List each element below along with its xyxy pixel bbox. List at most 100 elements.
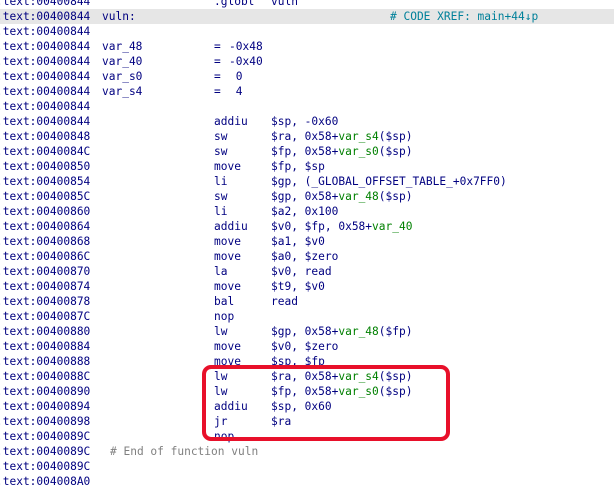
instruction-mnemonic[interactable]: lw (214, 384, 227, 399)
instruction-mnemonic[interactable]: lw (214, 324, 227, 339)
variable-ref[interactable]: var_s0 (338, 385, 378, 398)
code-line[interactable]: .text:00400844 var_40 = -0x40 (0, 54, 614, 69)
variable-ref[interactable]: var_s4 (338, 370, 378, 383)
instruction-operands[interactable]: $gp, 0x58+var_48($fp) (271, 324, 412, 339)
code-line[interactable]: .text:00400870 la $v0, read (0, 264, 614, 279)
line-address[interactable]: .text:00400854 (0, 174, 90, 189)
line-address[interactable]: .text:0040089C (0, 429, 90, 444)
instruction-operands[interactable]: $sp, 0x60 (271, 399, 332, 414)
code-line[interactable]: .text:004008A0 (0, 474, 614, 489)
instruction-mnemonic[interactable]: move (214, 249, 241, 264)
code-line[interactable]: .text:00400884 move $v0, $zero (0, 339, 614, 354)
line-address[interactable]: .text:00400884 (0, 339, 90, 354)
stack-var-name[interactable]: var_s0 (102, 69, 142, 84)
code-line[interactable]: .text:00400844 var_s0 = 0 (0, 69, 614, 84)
line-address[interactable]: .text:00400864 (0, 219, 90, 234)
instruction-operands[interactable]: $a1, $v0 (271, 234, 325, 249)
instruction-operands[interactable]: $a0, $zero (271, 249, 338, 264)
line-address[interactable]: .text:00400870 (0, 264, 90, 279)
instruction-mnemonic[interactable]: nop (214, 429, 234, 444)
line-address[interactable]: .text:00400844 (0, 54, 90, 69)
instruction-operands[interactable]: $fp, 0x58+var_s0($sp) (271, 144, 412, 159)
line-address[interactable]: .text:0040086C (0, 249, 90, 264)
function-label[interactable]: vuln: (102, 9, 136, 24)
line-address[interactable]: .text:00400898 (0, 414, 90, 429)
code-line[interactable]: .text:00400894 addiu $sp, 0x60 (0, 399, 614, 414)
code-line[interactable]: .text:00400844 var_48 = -0x48 (0, 39, 614, 54)
code-line[interactable]: .text:00400854 li $gp, (_GLOBAL_OFFSET_TAB… (0, 174, 614, 189)
line-address[interactable]: .text:00400848 (0, 129, 90, 144)
line-address[interactable]: .text:0040087C (0, 309, 90, 324)
line-address[interactable]: .text:00400844 (0, 114, 90, 129)
instruction-mnemonic[interactable]: move (214, 279, 241, 294)
instruction-mnemonic[interactable]: bal (214, 294, 234, 309)
code-line[interactable]: .text:0040087C nop (0, 309, 614, 324)
instruction-mnemonic[interactable]: la (214, 264, 227, 279)
instruction-mnemonic[interactable]: sw (214, 189, 227, 204)
instruction-operands[interactable]: $v0, read (271, 264, 332, 279)
instruction-mnemonic[interactable]: addiu (214, 399, 248, 414)
instruction-operands[interactable]: $v0, $fp, 0x58+var_40 (271, 219, 412, 234)
instruction-operands[interactable]: $ra, 0x58+var_s4($sp) (271, 369, 412, 384)
instruction-operands[interactable]: $t9, $v0 (271, 279, 325, 294)
line-address[interactable]: .text:0040085C (0, 189, 90, 204)
stack-var-name[interactable]: var_48 (102, 39, 142, 54)
line-address[interactable]: .text:0040089C (0, 444, 90, 459)
line-address[interactable]: .text:0040088C (0, 369, 90, 384)
code-line[interactable]: .text:00400860 li $a2, 0x100 (0, 204, 614, 219)
line-address[interactable]: .text:00400844 (0, 39, 90, 54)
instruction-mnemonic[interactable]: li (214, 204, 227, 219)
instruction-operands[interactable]: read (271, 294, 298, 309)
instruction-operands[interactable]: $ra (271, 414, 291, 429)
instruction-mnemonic[interactable]: jr (214, 414, 227, 429)
instruction-mnemonic[interactable]: move (214, 234, 241, 249)
line-address[interactable]: .text:00400844 (0, 99, 90, 114)
line-address[interactable]: .text:00400844 (0, 24, 90, 39)
variable-ref[interactable]: var_s4 (338, 130, 378, 143)
code-line[interactable]: .text:00400864 addiu $v0, $fp, 0x58+var_40 (0, 219, 614, 234)
instruction-mnemonic[interactable]: move (214, 159, 241, 174)
instruction-mnemonic[interactable]: li (214, 174, 227, 189)
instruction-operands[interactable]: $ra, 0x58+var_s4($sp) (271, 129, 412, 144)
code-line[interactable]: .text:00400844 addiu $sp, -0x60 (0, 114, 614, 129)
line-address[interactable]: .text:00400844 (0, 9, 90, 24)
instruction-mnemonic[interactable]: nop (214, 309, 234, 324)
line-address[interactable]: .text:0040084C (0, 144, 90, 159)
instruction-mnemonic[interactable]: addiu (214, 114, 248, 129)
code-line[interactable]: .text:00400880 lw $gp, 0x58+var_48($fp) (0, 324, 614, 339)
code-line[interactable]: .text:0040088C lw $ra, 0x58+var_s4($sp) (0, 369, 614, 384)
line-address[interactable]: .text:00400868 (0, 234, 90, 249)
instruction-operands[interactable]: $gp, 0x58+var_48($sp) (271, 189, 412, 204)
code-xref-comment[interactable]: # CODE XREF: main+44↓p (390, 9, 538, 24)
line-address[interactable]: .text:00400874 (0, 279, 90, 294)
instruction-mnemonic[interactable]: sw (214, 129, 227, 144)
code-line[interactable]: .text:00400898 jr $ra (0, 414, 614, 429)
code-line[interactable]: .text:00400874 move $t9, $v0 (0, 279, 614, 294)
instruction-mnemonic[interactable]: lw (214, 369, 227, 384)
code-line[interactable]: .text:00400844 (0, 99, 614, 114)
instruction-operands[interactable]: $fp, $sp (271, 159, 325, 174)
line-address[interactable]: .text:004008A0 (0, 474, 90, 489)
line-address[interactable]: .text:00400880 (0, 324, 90, 339)
code-line[interactable]: .text:00400844 vuln: # CODE XREF: main+44↓… (0, 9, 614, 24)
code-line[interactable]: .text:00400850 move $fp, $sp (0, 159, 614, 174)
line-address[interactable]: .text:00400844 (0, 69, 90, 84)
code-line[interactable]: .text:00400844 (0, 24, 614, 39)
line-address[interactable]: .text:0040089C (0, 459, 90, 474)
line-address[interactable]: .text:00400860 (0, 204, 90, 219)
code-line[interactable]: .text:00400890 lw $fp, 0x58+var_s0($sp) (0, 384, 614, 399)
code-line[interactable]: .text:0040086C move $a0, $zero (0, 249, 614, 264)
code-line[interactable]: .text:0040084C sw $fp, 0x58+var_s0($sp) (0, 144, 614, 159)
line-address[interactable]: .text:00400850 (0, 159, 90, 174)
variable-ref[interactable]: var_48 (338, 190, 378, 203)
instruction-operands[interactable]: $sp, $fp (271, 354, 325, 369)
instruction-mnemonic[interactable]: move (214, 354, 241, 369)
variable-ref[interactable]: var_48 (338, 325, 378, 338)
code-line[interactable]: .text:00400888 move $sp, $fp (0, 354, 614, 369)
code-line[interactable]: .text:00400868 move $a1, $v0 (0, 234, 614, 249)
line-address[interactable]: .text:00400844 (0, 0, 90, 9)
code-line[interactable]: .text:0040089C # End of function vuln (0, 444, 614, 459)
variable-ref[interactable]: var_s0 (338, 145, 378, 158)
stack-var-name[interactable]: var_s4 (102, 84, 142, 99)
line-address[interactable]: .text:00400878 (0, 294, 90, 309)
